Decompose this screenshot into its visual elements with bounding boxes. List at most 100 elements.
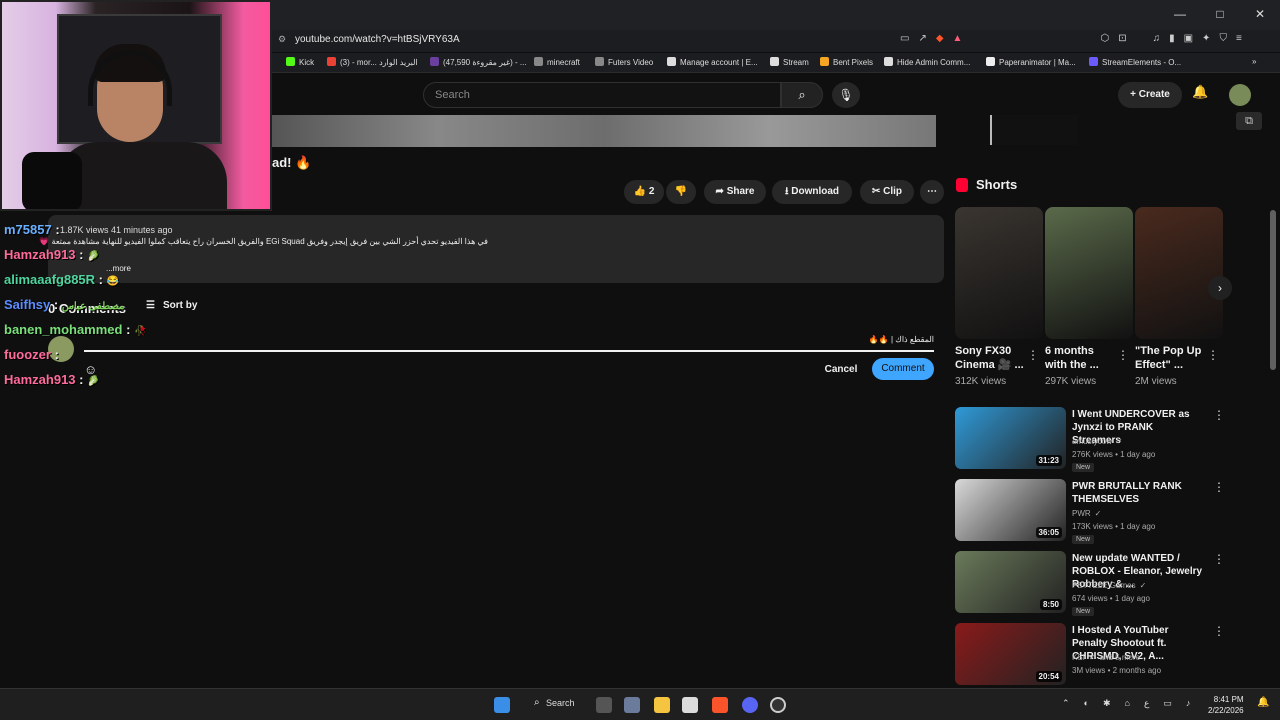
bluetooth-tray-icon[interactable]: ✱: [1103, 698, 1111, 709]
screenshot-icon[interactable]: ⊡: [1118, 33, 1126, 44]
search-button[interactable]: ⌕: [781, 82, 823, 108]
channel-name[interactable]: KSI ✓ and 5 more: [1072, 653, 1140, 662]
bookmark-item[interactable]: Bent Pixels: [820, 57, 873, 67]
channel-name-text: PETTELE Games: [1072, 581, 1136, 590]
short-thumbnail[interactable]: [1045, 207, 1133, 339]
like-button[interactable]: 👍 2: [624, 180, 664, 204]
miniplayer-icon[interactable]: ⧉: [1236, 112, 1262, 130]
video-title-link[interactable]: PWR BRUTALLY RANK THEMSELVES: [1072, 480, 1204, 506]
wallet-icon[interactable]: ▣: [1184, 33, 1193, 44]
video-more-icon[interactable]: ⋮: [1213, 480, 1225, 494]
short-more-icon[interactable]: ⋮: [1117, 348, 1129, 362]
windows-taskbar: ⌕ Search ⌃ ◐ ✱ ⌂ ع ▭ ♪ 8:41 PM 2/22/2026 …: [0, 688, 1280, 720]
app-tray-icon[interactable]: ⌂: [1125, 698, 1130, 709]
chat-separator: :: [50, 297, 62, 312]
shorts-heading-label: Shorts: [976, 177, 1018, 192]
video-more-icon[interactable]: ⋮: [1213, 552, 1225, 566]
url-text[interactable]: youtube.com/watch?v=htBSjVRY63A: [295, 34, 460, 45]
chat-text: 😂: [106, 276, 120, 287]
search-input[interactable]: Search: [423, 82, 781, 108]
menu-icon[interactable]: ≡: [1236, 33, 1242, 44]
taskbar-search-button[interactable]: Search: [546, 698, 575, 708]
bookmark-item[interactable]: Hide Admin Comm...: [884, 57, 970, 67]
task-view-icon[interactable]: [596, 697, 612, 713]
app-icon[interactable]: [624, 697, 640, 713]
description-box[interactable]: 1.87K views 41 minutes ago في هذا الفيدي…: [39, 215, 944, 283]
bookmark-item[interactable]: StreamElements - O...: [1089, 57, 1181, 67]
bookmark-item[interactable]: Stream: [770, 57, 809, 67]
share-button[interactable]: ➦ Share: [704, 180, 766, 204]
short-title[interactable]: Sony FX30 Cinema 🎥 ...: [955, 344, 1027, 372]
extension-icon[interactable]: ⬡: [1100, 33, 1109, 44]
sidebar-icon[interactable]: ▮: [1169, 33, 1175, 44]
store-icon[interactable]: [682, 697, 698, 713]
video-thumbnail[interactable]: 31:23: [955, 407, 1066, 469]
video-thumbnail[interactable]: 36:05: [955, 479, 1066, 541]
shorts-next-button[interactable]: ›: [1208, 276, 1232, 300]
brave-rewards-icon[interactable]: ▲: [953, 33, 963, 44]
taskbar-clock[interactable]: 8:41 PM 2/22/2026: [1208, 694, 1244, 716]
leo-icon[interactable]: ✦: [1202, 33, 1210, 44]
clip-button[interactable]: ✂ Clip: [860, 180, 914, 204]
steam-tray-icon[interactable]: ◐: [1084, 698, 1089, 709]
share-page-icon[interactable]: ↗: [918, 33, 926, 44]
account-avatar[interactable]: [1229, 84, 1251, 106]
short-title[interactable]: 6 months with the ...: [1045, 344, 1117, 372]
bookmark-item[interactable]: (47,590 غير مقروءة) - ...: [430, 57, 527, 67]
short-title[interactable]: "The Pop Up Effect" ...: [1135, 344, 1207, 372]
short-thumbnail[interactable]: [955, 207, 1043, 339]
video-more-icon[interactable]: ⋮: [1213, 624, 1225, 638]
obs-icon[interactable]: [770, 697, 786, 713]
video-more-icon[interactable]: ⋮: [1213, 408, 1225, 422]
cancel-comment-button[interactable]: Cancel: [818, 360, 864, 380]
more-actions-button[interactable]: ⋯: [920, 180, 944, 204]
channel-name[interactable]: PWR ✓: [1072, 509, 1101, 518]
sort-by-button[interactable]: ☰ Sort by: [146, 300, 197, 311]
verified-check-icon: ✓: [1094, 509, 1102, 518]
media-icon[interactable]: ♫: [1153, 33, 1161, 44]
discord-icon[interactable]: [742, 697, 758, 713]
bookmark-item[interactable]: Futers Video: [595, 57, 653, 67]
bookmarks-overflow-icon[interactable]: »: [1252, 57, 1256, 66]
input-language[interactable]: ع: [1144, 698, 1149, 709]
notifications-bell-icon[interactable]: 🔔: [1192, 84, 1208, 100]
cast-icon[interactable]: ▭: [900, 33, 909, 44]
voice-search-button[interactable]: 🎙: [832, 82, 860, 108]
comment-input[interactable]: المقطع ذاك | 🔥🔥: [84, 332, 934, 352]
bookmark-item[interactable]: (3) - mor... البريد الوارد: [327, 57, 418, 67]
bookmark-item[interactable]: Manage account | E...: [667, 57, 758, 67]
volume-icon[interactable]: ♪: [1186, 698, 1191, 709]
file-explorer-icon[interactable]: [654, 697, 670, 713]
minimize-button[interactable]: —: [1160, 0, 1200, 30]
channel-name[interactable]: amustycow ✓: [1072, 437, 1123, 446]
tray-chevron-up-icon[interactable]: ⌃: [1062, 698, 1070, 709]
video-thumbnail[interactable]: 20:54: [955, 623, 1066, 685]
notifications-tray-icon[interactable]: 🔔: [1257, 697, 1269, 708]
close-window-button[interactable]: ✕: [1240, 0, 1280, 30]
brave-browser-icon[interactable]: [712, 697, 728, 713]
channel-name[interactable]: PETTELE Games ✓: [1072, 581, 1146, 590]
short-more-icon[interactable]: ⋮: [1027, 348, 1039, 362]
thumbs-down-icon: 👎: [674, 186, 688, 197]
short-thumbnail[interactable]: [1135, 207, 1223, 339]
vpn-icon[interactable]: ⛉: [1219, 33, 1227, 44]
chat-separator: :: [75, 372, 88, 387]
site-info-icon[interactable]: ⚙: [278, 34, 286, 45]
start-icon[interactable]: [494, 697, 510, 713]
maximize-button[interactable]: □: [1200, 0, 1240, 30]
video-player[interactable]: [272, 115, 936, 147]
bookmark-item[interactable]: Paperanimator | Ma...: [986, 57, 1076, 67]
bookmark-item[interactable]: minecraft: [534, 57, 580, 67]
download-button[interactable]: ⭳ Download: [772, 180, 852, 204]
submit-comment-button[interactable]: Comment: [872, 358, 934, 380]
chat-text: 🥬: [87, 251, 100, 262]
chat-separator: :: [95, 272, 107, 287]
network-icon[interactable]: ▭: [1163, 698, 1172, 709]
dislike-button[interactable]: 👎: [666, 180, 696, 204]
page-scrollbar[interactable]: [1270, 210, 1276, 370]
video-thumbnail[interactable]: 8:50: [955, 551, 1066, 613]
create-button[interactable]: + Create: [1118, 82, 1182, 108]
brave-shield-icon[interactable]: ◆: [936, 33, 944, 44]
short-more-icon[interactable]: ⋮: [1207, 348, 1219, 362]
bookmark-item[interactable]: Kick: [286, 57, 314, 67]
